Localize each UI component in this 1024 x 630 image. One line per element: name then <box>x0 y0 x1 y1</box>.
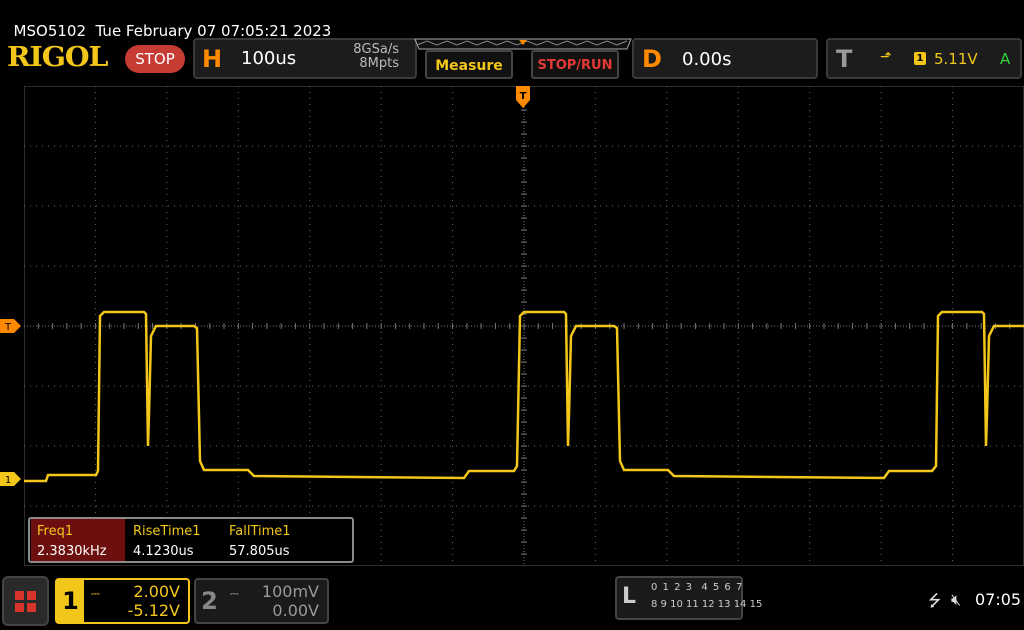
trigger-level-label: T <box>4 322 12 333</box>
horizontal-label: H <box>202 45 223 73</box>
rigol-logo: RIGOL <box>7 42 108 73</box>
memory-position-bar[interactable] <box>413 38 633 50</box>
measurement-name: RiseTime1 <box>133 524 201 539</box>
grid-menu-icon <box>15 591 36 612</box>
measurement-name: Freq1 <box>37 524 74 539</box>
trigger-position-marker[interactable]: T <box>516 86 530 110</box>
run-state-badge[interactable]: STOP <box>125 45 185 73</box>
acquisition-info: 8GSa/s 8Mpts <box>353 43 399 71</box>
measurement-value: 4.1230us <box>133 544 194 559</box>
stop-run-button[interactable]: STOP/RUN <box>531 50 619 79</box>
channel2-panel[interactable]: 2 ⎓ 100mV 0.00V <box>194 578 329 624</box>
measurement-freq[interactable]: Freq1 2.3830kHz <box>31 519 125 561</box>
measurement-panel[interactable]: Freq1 2.3830kHz RiseTime1 4.1230us FallT… <box>28 517 354 563</box>
status-line: MSO5102 Tue February 07 07:05:21 2023 <box>4 4 332 40</box>
model-name: MSO5102 <box>13 22 86 40</box>
measure-button[interactable]: Measure <box>425 50 513 79</box>
logic-channels-high: 8 9 10 11 12 13 14 15 <box>651 599 763 610</box>
ch1-ground-label: 1 <box>5 475 11 486</box>
channel2-number: 2 <box>201 587 218 615</box>
trigger-panel[interactable]: T ⬏ 1 5.11V A <box>826 38 1022 79</box>
speaker-muted-icon[interactable]: 🔇︎ <box>951 590 961 610</box>
sample-rate: 8GSa/s <box>353 42 399 57</box>
channel1-number: 1 <box>57 580 84 622</box>
system-clock: 07:05 <box>975 590 1022 609</box>
trigger-mode: A <box>1000 50 1011 68</box>
measurement-fall-time[interactable]: FallTime1 57.805us <box>223 519 317 561</box>
dc-coupling-icon: ⎓ <box>230 587 239 600</box>
channel1-panel[interactable]: 1 ⎓ 2.00V -5.12V <box>55 578 190 624</box>
rising-edge-icon: ⬏ <box>880 49 892 65</box>
trigger-label: T <box>836 45 853 73</box>
trigger-level-marker[interactable]: T <box>0 319 22 333</box>
usb-icon: ⭍ <box>928 591 942 610</box>
trigger-position-label: T <box>520 91 527 102</box>
delay-label: D <box>642 45 662 73</box>
channel2-scale: 100mV <box>261 582 319 601</box>
ch1-ground-marker[interactable]: 1 <box>0 472 22 486</box>
main-menu-button[interactable] <box>2 576 49 626</box>
measurement-value: 57.805us <box>229 544 290 559</box>
measurement-rise-time[interactable]: RiseTime1 4.1230us <box>127 519 221 561</box>
measurement-name: FallTime1 <box>229 524 291 539</box>
memory-depth: 8Mpts <box>359 56 399 71</box>
channel1-scale: 2.00V <box>133 582 180 601</box>
waveform-grid[interactable] <box>24 86 1024 566</box>
trigger-source: 1 <box>914 52 926 65</box>
measurement-value: 2.3830kHz <box>37 544 107 559</box>
delay-value: 0.00s <box>682 49 732 70</box>
logic-analyzer-panel[interactable]: L 0 1 2 3 4 5 6 7 8 9 10 11 12 13 14 15 <box>615 576 762 620</box>
channel1-offset: -5.12V <box>127 601 180 620</box>
horizontal-panel[interactable]: H 100us 8GSa/s 8Mpts <box>193 38 417 79</box>
dc-coupling-icon: ⎓ <box>91 587 100 600</box>
timebase-value: 100us <box>241 48 297 69</box>
logic-analyzer-label: L <box>622 584 637 609</box>
logic-channels-low: 0 1 2 3 4 5 6 7 <box>651 582 744 593</box>
channel2-offset: 0.00V <box>272 601 319 620</box>
delay-panel[interactable]: D 0.00s <box>632 38 818 79</box>
trigger-level: 5.11V <box>934 50 978 68</box>
